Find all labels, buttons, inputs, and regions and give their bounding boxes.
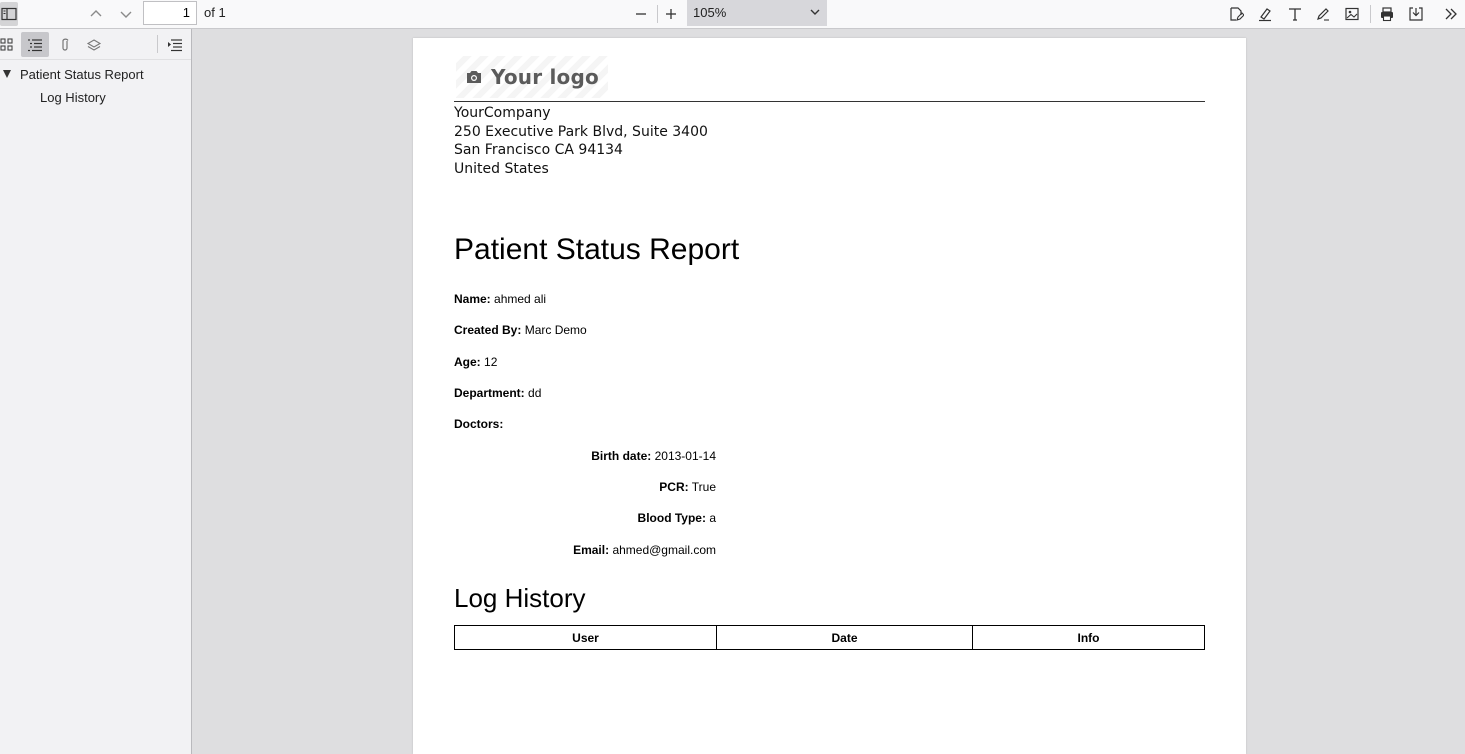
image-icon bbox=[1345, 7, 1359, 21]
sidebar-toggle-button[interactable] bbox=[0, 2, 18, 26]
tab-thumbnails[interactable] bbox=[0, 32, 21, 57]
page-count-label: of 1 bbox=[204, 5, 226, 20]
double-chevron-right-icon bbox=[1445, 8, 1457, 20]
company-street: 250 Executive Park Blvd, Suite 3400 bbox=[454, 123, 708, 140]
pdf-page: Your logo YourCompany 250 Executive Park… bbox=[413, 38, 1246, 754]
column-header-info: Info bbox=[972, 625, 1205, 650]
text-icon bbox=[1289, 8, 1301, 21]
zoom-out-button[interactable] bbox=[629, 2, 653, 26]
field-birth-date: Birth date: 2013-01-14 bbox=[591, 449, 716, 463]
sidebar: Patient Status Report Log History bbox=[0, 29, 192, 754]
field-label: Birth date: bbox=[591, 449, 652, 463]
field-blood-type: Blood Type: a bbox=[638, 511, 716, 525]
field-label: Name: bbox=[454, 292, 491, 306]
tab-layers[interactable] bbox=[80, 32, 108, 57]
field-value: Marc Demo bbox=[524, 323, 587, 337]
log-history-table: User Date Info bbox=[454, 625, 1205, 650]
printer-icon bbox=[1381, 7, 1393, 22]
chevron-up-icon bbox=[90, 10, 102, 17]
highlighter-icon bbox=[1259, 8, 1271, 22]
sidebar-icon bbox=[1, 7, 17, 21]
toolbar-divider bbox=[657, 5, 658, 23]
field-pcr: PCR: True bbox=[659, 480, 716, 494]
highlight-button[interactable] bbox=[1253, 2, 1277, 26]
chevron-down-icon bbox=[810, 9, 820, 15]
page-number-input[interactable]: 1 bbox=[143, 1, 197, 25]
logo-text: Your logo bbox=[491, 65, 599, 89]
field-name: Name: ahmed ali bbox=[454, 292, 546, 306]
save-button[interactable] bbox=[1404, 2, 1428, 26]
print-button[interactable] bbox=[1375, 2, 1399, 26]
current-outline-icon bbox=[168, 38, 182, 51]
plus-icon bbox=[666, 9, 676, 19]
tab-attachments[interactable] bbox=[51, 32, 79, 57]
tab-outline[interactable] bbox=[21, 32, 49, 57]
field-label: PCR: bbox=[659, 480, 689, 494]
toolbar-divider bbox=[1370, 5, 1371, 23]
outline-toggle-icon[interactable] bbox=[3, 70, 11, 78]
layers-icon bbox=[86, 38, 102, 51]
zoom-in-button[interactable] bbox=[659, 2, 683, 26]
field-value: dd bbox=[528, 386, 542, 400]
minus-icon bbox=[636, 13, 646, 15]
field-label: Blood Type: bbox=[637, 511, 706, 525]
add-image-button[interactable] bbox=[1340, 2, 1364, 26]
field-email: Email: ahmed@gmail.com bbox=[573, 543, 716, 557]
download-icon bbox=[1409, 7, 1423, 21]
field-label: Department: bbox=[454, 386, 525, 400]
field-value: a bbox=[709, 511, 716, 525]
find-current-outline-button[interactable] bbox=[161, 32, 189, 57]
field-created-by: Created By: Marc Demo bbox=[454, 323, 587, 337]
thumbnails-icon bbox=[0, 37, 13, 51]
pdf-toolbar: 1 of 1 105% bbox=[0, 0, 1465, 29]
field-label: Email: bbox=[573, 543, 610, 557]
sidebar-view-tabs bbox=[0, 29, 191, 60]
zoom-select[interactable]: 105% bbox=[687, 0, 827, 26]
field-value: 12 bbox=[484, 355, 498, 369]
outline-list-icon bbox=[28, 38, 42, 51]
field-doctors: Doctors: bbox=[454, 417, 503, 431]
field-label: Age: bbox=[454, 355, 481, 369]
edit-pdf-button[interactable] bbox=[1224, 2, 1248, 26]
camera-icon bbox=[467, 71, 481, 83]
field-value: ahmed@gmail.com bbox=[612, 543, 716, 557]
field-value: 2013-01-14 bbox=[654, 449, 716, 463]
outline-item-label: Log History bbox=[40, 90, 106, 105]
chevron-down-icon bbox=[120, 11, 132, 18]
field-label: Created By: bbox=[454, 323, 522, 337]
field-value: ahmed ali bbox=[494, 292, 547, 306]
sidebar-divider bbox=[157, 35, 158, 53]
report-title: Patient Status Report bbox=[454, 233, 740, 266]
company-address: YourCompany 250 Executive Park Blvd, Sui… bbox=[454, 104, 708, 178]
pen-icon bbox=[1317, 8, 1329, 21]
next-page-button[interactable] bbox=[114, 2, 138, 26]
field-age: Age: 12 bbox=[454, 355, 497, 369]
outline-item-patient-status-report[interactable]: Patient Status Report bbox=[0, 65, 191, 88]
more-tools-button[interactable] bbox=[1439, 2, 1463, 26]
company-name: YourCompany bbox=[454, 105, 551, 121]
column-header-date: Date bbox=[716, 625, 973, 650]
company-logo: Your logo bbox=[456, 56, 608, 98]
zoom-value: 105% bbox=[693, 5, 727, 20]
header-divider bbox=[454, 101, 1205, 102]
table-header-row: User Date Info bbox=[454, 625, 1205, 650]
field-department: Department: dd bbox=[454, 386, 541, 400]
draw-button[interactable] bbox=[1311, 2, 1335, 26]
outline-item-label: Patient Status Report bbox=[20, 67, 144, 82]
log-history-title: Log History bbox=[454, 583, 586, 613]
paperclip-icon bbox=[62, 38, 69, 51]
outline-item-log-history[interactable]: Log History bbox=[0, 88, 191, 111]
column-header-user: User bbox=[454, 625, 717, 650]
document-outline: Patient Status Report Log History bbox=[0, 65, 191, 111]
edit-document-icon bbox=[1230, 7, 1244, 21]
previous-page-button[interactable] bbox=[84, 2, 108, 26]
field-value: True bbox=[691, 480, 716, 494]
company-city: San Francisco CA 94134 bbox=[454, 142, 623, 158]
field-label: Doctors: bbox=[454, 417, 504, 431]
add-text-button[interactable] bbox=[1283, 2, 1307, 26]
company-country: United States bbox=[454, 160, 549, 177]
